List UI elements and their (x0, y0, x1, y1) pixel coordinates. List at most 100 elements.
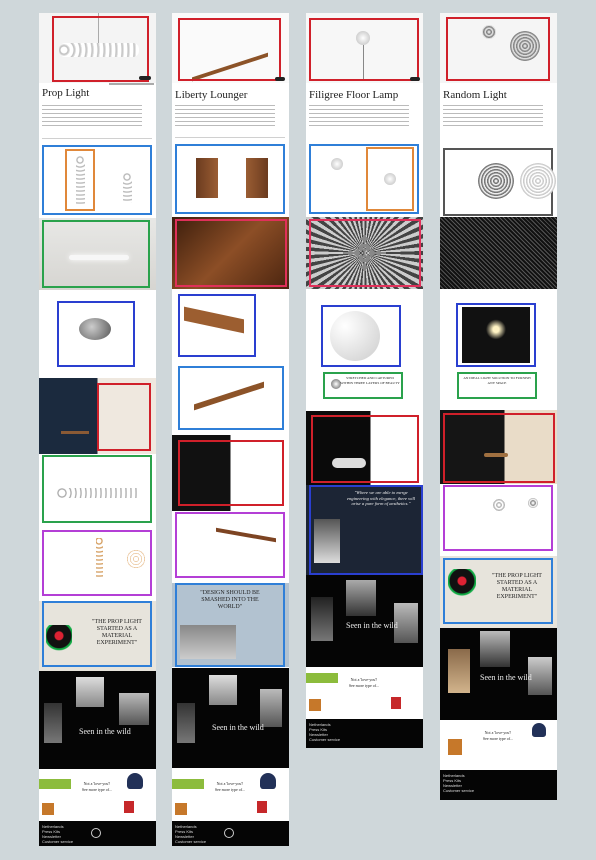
red-chair-image (124, 801, 134, 813)
wild-photo-2 (76, 677, 104, 707)
wild-heading: Seen in the wild (480, 673, 532, 682)
wild-photo-3 (119, 693, 149, 725)
navy-chair-image (260, 773, 276, 789)
red-chair-image (257, 801, 267, 813)
texture-section (440, 217, 557, 289)
wild-photo-1 (44, 703, 62, 743)
filigree-highlight (309, 219, 421, 287)
interior-highlight (443, 413, 555, 483)
variants-highlight (175, 144, 285, 214)
wild-heading: Seen in the wild (346, 621, 398, 630)
short-lamp-image (384, 173, 396, 185)
interior-table-image (61, 431, 89, 434)
footer-link-customer[interactable]: Customer service (175, 839, 206, 844)
hero-cta-button[interactable] (410, 77, 420, 81)
detail-highlight (42, 220, 150, 288)
interior-highlight (97, 383, 151, 451)
interior-highlight (178, 440, 284, 506)
logo-icon (224, 828, 234, 838)
column-filigree-floor-lamp: Filigree Floor Lamp STRETCHED AND CAPTUR… (306, 13, 423, 748)
column-prop-light: Prop Light "THE PROP LIGHT STARTED AS A … (39, 13, 156, 846)
wood-highlight (175, 219, 287, 287)
wild-photo-2 (346, 580, 376, 616)
quote-text: "Where we are able to merge engineering … (346, 490, 416, 507)
green-sofa-image (172, 779, 204, 789)
wild-photo-3 (260, 689, 282, 727)
round-prop-light-image (125, 548, 147, 570)
newsletter-subheading: See more type of... (214, 787, 246, 792)
wild-photo-2 (480, 631, 510, 667)
closeup-image (79, 318, 111, 340)
column-random-light: Random Light AN IDEAL LIGHT SOLUTION TO … (440, 13, 557, 800)
newsletter-heading: Not a 'love-you'! (83, 781, 111, 786)
hero-cta-button[interactable] (275, 77, 285, 81)
badge-text: AN IDEAL LIGHT SOLUTION TO FURNISH ANY S… (463, 376, 531, 385)
shade-image (330, 311, 380, 361)
variants-highlight (42, 145, 152, 215)
product-title: Prop Light (42, 87, 90, 99)
floor-variants-highlight (443, 485, 553, 551)
wild-photo-1 (177, 703, 195, 743)
mask-figure-image (448, 569, 476, 609)
random-floor-lamp-image (492, 498, 506, 512)
orange-chair-image (448, 739, 462, 755)
hero-highlight (178, 18, 281, 81)
red-chair-image (391, 697, 401, 709)
hero-highlight (52, 16, 149, 82)
footer-link-customer[interactable]: Customer service (443, 788, 474, 793)
product-title: Filigree Floor Lamp (309, 89, 399, 101)
quote-photo (180, 625, 236, 659)
quote-text: "THE PROP LIGHT STARTED AS A MATERIAL EX… (492, 573, 542, 600)
column-liberty-lounger: Liberty Lounger "DESIGN SHOULD BE SMASHE… (172, 13, 289, 846)
random-light-white-image (520, 163, 556, 199)
wild-heading: Seen in the wild (212, 723, 264, 732)
interior-highlight (311, 415, 419, 483)
detail-light-image (69, 255, 129, 260)
hero-highlight (446, 17, 550, 81)
logo-icon (91, 828, 101, 838)
navy-chair-image (532, 723, 546, 737)
night-image (462, 307, 530, 363)
quote-text: "DESIGN SHOULD BE SMASHED INTO THE WORLD… (200, 590, 260, 610)
newsletter-heading: Not a 'love-you'! (484, 730, 512, 735)
intro-text (175, 105, 275, 127)
product-title: Random Light (443, 89, 507, 101)
wild-photo-1 (448, 649, 470, 693)
newsletter-subheading: See more type of... (482, 736, 514, 741)
round-table-image (484, 453, 508, 457)
orange-chair-image (42, 803, 54, 815)
intro-text (309, 105, 409, 127)
random-small-floor-image (528, 498, 538, 508)
wild-photo-2 (209, 675, 237, 705)
intro-highlight (109, 83, 154, 85)
intro-text (42, 105, 142, 127)
footer-link-customer[interactable]: Customer service (309, 737, 340, 742)
divider (175, 137, 285, 138)
floor-prop-light-image (96, 538, 103, 578)
wild-photo-1 (311, 597, 333, 641)
hero-cta-button[interactable] (139, 76, 151, 80)
newsletter-subheading: See more type of... (81, 787, 113, 792)
footer-link-customer[interactable]: Customer service (42, 839, 73, 844)
orange-chair-image (309, 699, 321, 711)
quote-text: "THE PROP LIGHT STARTED AS A MATERIAL EX… (92, 619, 142, 646)
newsletter-subheading: See more type of... (348, 683, 380, 688)
intro-text (443, 105, 543, 127)
navy-chair-image (127, 773, 143, 789)
green-sofa-image (39, 779, 71, 789)
wild-heading: Seen in the wild (79, 727, 131, 736)
pendant-prop-light-image (123, 173, 132, 203)
newsletter-heading: Not a 'love-you'! (216, 781, 244, 786)
chair-front-image (196, 158, 218, 198)
chair-side-image (246, 158, 268, 198)
vertical-prop-light-image (76, 156, 85, 204)
green-sofa-image (306, 673, 338, 683)
product-title: Liberty Lounger (175, 89, 248, 101)
lights-row-image (57, 488, 137, 498)
divider (42, 138, 152, 139)
sofa-image (332, 458, 366, 468)
badge-text: STRETCHED AND CAPTURED WITHIN THREE LAYE… (340, 376, 400, 385)
tall-lamp-image (331, 158, 343, 170)
orange-chair-image (175, 803, 187, 815)
random-light-grey-image (478, 163, 514, 199)
